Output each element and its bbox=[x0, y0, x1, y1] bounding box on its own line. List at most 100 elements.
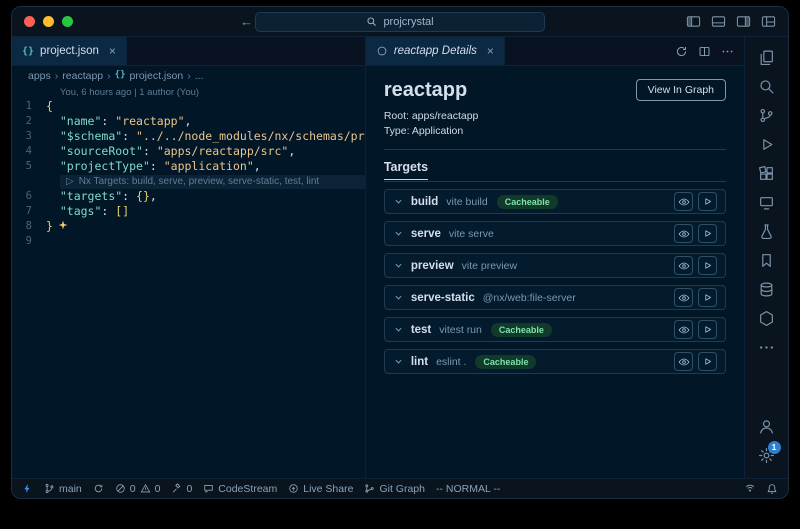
bookmarks-icon[interactable] bbox=[745, 246, 789, 275]
settings-icon[interactable]: 1 bbox=[745, 441, 789, 470]
chevron-down-icon[interactable] bbox=[393, 324, 404, 335]
code-line[interactable]: 1{ bbox=[12, 99, 365, 114]
remote-icon[interactable] bbox=[745, 188, 789, 217]
target-row[interactable]: previewvite preview bbox=[384, 253, 726, 278]
targets-heading: Targets bbox=[384, 160, 726, 182]
breadcrumb-item[interactable]: reactapp bbox=[62, 70, 103, 82]
nx-targets-codelens[interactable]: ▷Nx Targets: build, serve, preview, serv… bbox=[60, 175, 365, 189]
run-target-button[interactable] bbox=[698, 192, 717, 211]
code-line[interactable]: 4 "sourceRoot": "apps/reactapp/src", bbox=[12, 144, 365, 159]
close-tab-icon[interactable]: × bbox=[487, 44, 494, 58]
target-row[interactable]: servevite serve bbox=[384, 221, 726, 246]
more-actions-icon[interactable] bbox=[721, 45, 734, 58]
refresh-icon[interactable] bbox=[675, 45, 688, 58]
nx-project-details-panel: reactapp View In Graph Root: apps/reacta… bbox=[366, 66, 744, 478]
code-line[interactable]: 5 "projectType": "application", bbox=[12, 159, 365, 174]
line-number: 2 bbox=[12, 114, 46, 129]
line-number: 3 bbox=[12, 129, 46, 144]
account-icon[interactable] bbox=[745, 412, 789, 441]
view-target-button[interactable] bbox=[674, 224, 693, 243]
live-share-status[interactable]: Live Share bbox=[288, 483, 353, 495]
chevron-down-icon[interactable] bbox=[393, 356, 404, 367]
breadcrumb-item[interactable]: apps bbox=[28, 70, 51, 82]
line-number: 5 bbox=[12, 159, 46, 174]
workspace-name: projcrystal bbox=[383, 16, 433, 28]
view-target-button[interactable] bbox=[674, 320, 693, 339]
code-line[interactable]: 6 "targets": {}, bbox=[12, 189, 365, 204]
run-target-button[interactable] bbox=[698, 224, 717, 243]
run-target-button[interactable] bbox=[698, 352, 717, 371]
toggle-secondary-sidebar-icon[interactable] bbox=[736, 14, 751, 29]
codestream-status[interactable]: CodeStream bbox=[203, 483, 277, 495]
extensions-icon[interactable] bbox=[745, 159, 789, 188]
chevron-down-icon[interactable] bbox=[393, 228, 404, 239]
line-number: 6 bbox=[12, 189, 46, 204]
minimize-button[interactable] bbox=[43, 16, 54, 27]
cacheable-badge: Cacheable bbox=[497, 195, 558, 209]
code-line[interactable]: 9 bbox=[12, 234, 365, 249]
view-target-button[interactable] bbox=[674, 352, 693, 371]
view-target-button[interactable] bbox=[674, 256, 693, 275]
git-graph-status[interactable]: Git Graph bbox=[364, 483, 425, 495]
more-icon[interactable] bbox=[745, 333, 789, 362]
tabbar-left: {} project.json × bbox=[12, 37, 365, 66]
branch-status[interactable]: main bbox=[44, 483, 82, 495]
cacheable-badge: Cacheable bbox=[475, 355, 536, 369]
tab-reactapp-details[interactable]: reactapp Details × bbox=[366, 37, 505, 65]
breadcrumb-item[interactable]: {}project.json bbox=[115, 70, 184, 82]
titlebar: ← → projcrystal bbox=[12, 7, 788, 37]
tasks-status[interactable]: 0 bbox=[171, 483, 192, 495]
target-row[interactable]: testvitest runCacheable bbox=[384, 317, 726, 342]
problems-status[interactable]: 0 0 bbox=[115, 483, 161, 495]
nx-console-icon[interactable] bbox=[745, 304, 789, 333]
split-editor-icon[interactable] bbox=[698, 45, 711, 58]
view-target-button[interactable] bbox=[674, 192, 693, 211]
chevron-down-icon[interactable] bbox=[393, 260, 404, 271]
target-row[interactable]: buildvite buildCacheable bbox=[384, 189, 726, 214]
zoom-button[interactable] bbox=[62, 16, 73, 27]
back-button[interactable]: ← bbox=[240, 14, 253, 29]
chevron-down-icon[interactable] bbox=[393, 196, 404, 207]
target-name: serve bbox=[411, 228, 441, 240]
run-target-button[interactable] bbox=[698, 320, 717, 339]
run-target-button[interactable] bbox=[698, 256, 717, 275]
run-debug-icon[interactable] bbox=[745, 130, 789, 159]
search-icon[interactable] bbox=[745, 72, 789, 101]
code-line[interactable]: 3 "$schema": "../../node_modules/nx/sche… bbox=[12, 129, 365, 144]
broadcast-icon[interactable] bbox=[744, 483, 756, 495]
run-target-button[interactable] bbox=[698, 288, 717, 307]
command-center[interactable]: projcrystal bbox=[255, 12, 545, 32]
sync-status[interactable] bbox=[93, 483, 104, 494]
target-row[interactable]: serve-static@nx/web:file-server bbox=[384, 285, 726, 310]
close-button[interactable] bbox=[24, 16, 35, 27]
target-row[interactable]: linteslint .Cacheable bbox=[384, 349, 726, 374]
code-line[interactable]: 7 "tags": [] bbox=[12, 204, 365, 219]
play-icon: ▷ bbox=[66, 175, 74, 189]
bell-icon[interactable] bbox=[766, 483, 778, 495]
remote-indicator[interactable] bbox=[22, 483, 33, 494]
view-in-graph-button[interactable]: View In Graph bbox=[636, 79, 726, 101]
source-control-icon[interactable] bbox=[745, 101, 789, 130]
codestream-icon bbox=[203, 483, 214, 494]
window-controls bbox=[24, 16, 73, 27]
close-tab-icon[interactable]: × bbox=[109, 44, 116, 58]
code-line[interactable]: 2 "name": "reactapp", bbox=[12, 114, 365, 129]
code-editor[interactable]: You, 6 hours ago | 1 author (You) 1{2 "n… bbox=[12, 86, 365, 478]
explorer-icon[interactable] bbox=[745, 43, 789, 72]
vim-mode[interactable]: -- NORMAL -- bbox=[436, 483, 500, 495]
sparkle-icon[interactable] bbox=[58, 220, 68, 230]
view-target-button[interactable] bbox=[674, 288, 693, 307]
chevron-down-icon[interactable] bbox=[393, 292, 404, 303]
toggle-panel-icon[interactable] bbox=[711, 14, 726, 29]
code-line[interactable]: 8} bbox=[12, 219, 365, 234]
tab-project-json[interactable]: {} project.json × bbox=[12, 37, 127, 65]
testing-icon[interactable] bbox=[745, 217, 789, 246]
customize-layout-icon[interactable] bbox=[761, 14, 776, 29]
breadcrumb-item[interactable]: ... bbox=[195, 70, 204, 82]
line-number: 9 bbox=[12, 234, 46, 249]
nx-icon bbox=[376, 45, 388, 57]
toggle-sidebar-icon[interactable] bbox=[686, 14, 701, 29]
codelens-blame[interactable]: You, 6 hours ago | 1 author (You) bbox=[60, 86, 365, 99]
database-icon[interactable] bbox=[745, 275, 789, 304]
breadcrumb-separator: › bbox=[107, 70, 111, 82]
